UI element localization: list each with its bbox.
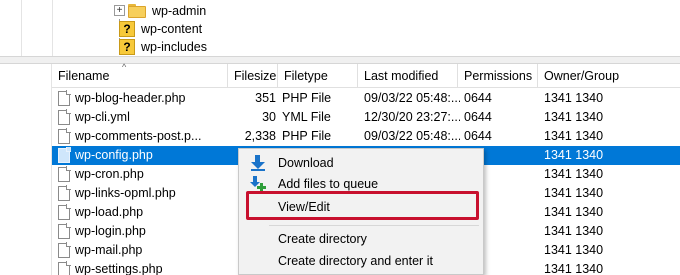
filename: wp-cron.php	[75, 167, 144, 181]
last-modified-cell: 09/03/22 05:48:...	[364, 91, 460, 105]
file-icon	[58, 128, 71, 144]
add-to-queue-icon	[250, 176, 266, 192]
file-row[interactable]: wp-comments-post.p... 2,338 PHP File 09/03/…	[52, 127, 680, 146]
permissions-cell: 0644	[464, 91, 492, 105]
filename: wp-blog-header.php	[75, 91, 186, 105]
file-icon	[58, 223, 71, 239]
file-icon	[58, 166, 71, 182]
owner-group-cell: 1341 1340	[544, 167, 604, 181]
file-icon	[58, 109, 71, 125]
sort-ascending-icon: ^	[122, 62, 127, 72]
tree-item-label: wp-admin	[152, 3, 207, 18]
menu-item-create-directory[interactable]: Create directory	[240, 228, 483, 250]
owner-group-cell: 1341 1340	[544, 243, 604, 257]
menu-item-label: Download	[278, 156, 334, 170]
tree-item-wp-content[interactable]: ? wp-content	[116, 19, 202, 38]
owner-group-cell: 1341 1340	[544, 186, 604, 200]
owner-group-cell: 1341 1340	[544, 148, 604, 162]
last-modified-cell: 12/30/20 23:27:...	[364, 110, 460, 124]
tree-left-margin	[0, 0, 22, 58]
file-icon	[58, 185, 71, 201]
expand-icon[interactable]: +	[114, 5, 125, 16]
menu-separator	[269, 225, 479, 226]
filesize-cell: 30	[262, 110, 276, 124]
column-header-filetype[interactable]: Filetype	[278, 64, 358, 88]
column-header-last-modified[interactable]: Last modified	[358, 64, 458, 88]
filetype-cell: PHP File	[282, 129, 332, 143]
menu-item-create-directory-enter[interactable]: Create directory and enter it	[240, 250, 483, 272]
menu-item-label: Create directory and enter it	[278, 254, 433, 268]
file-icon	[58, 90, 71, 106]
file-icon	[58, 147, 71, 163]
file-icon	[58, 261, 71, 275]
filename: wp-links-opml.php	[75, 186, 176, 200]
menu-item-label: Create directory	[278, 232, 367, 246]
last-modified-cell: 09/03/22 05:48:...	[364, 129, 460, 143]
filename: wp-load.php	[75, 205, 144, 219]
column-header-filesize[interactable]: Filesize	[228, 64, 278, 88]
owner-group-cell: 1341 1340	[544, 129, 604, 143]
filename: wp-cli.yml	[75, 110, 130, 124]
owner-group-cell: 1341 1340	[544, 205, 604, 219]
folder-icon	[127, 3, 146, 18]
file-icon	[58, 204, 71, 220]
file-row[interactable]: wp-cli.yml 30 YML File 12/30/20 23:27:... 06…	[52, 108, 680, 127]
filename: wp-login.php	[75, 224, 146, 238]
remote-directory-tree: + wp-admin ? wp-content ? wp-includes	[0, 0, 680, 58]
filename: wp-mail.php	[75, 243, 143, 257]
tree-item-wp-admin[interactable]: + wp-admin	[114, 1, 207, 20]
owner-group-cell: 1341 1340	[544, 91, 604, 105]
owner-group-cell: 1341 1340	[544, 262, 604, 275]
filetype-cell: YML File	[282, 110, 331, 124]
tree-divider	[52, 0, 53, 58]
list-left-margin	[0, 64, 52, 275]
column-header-owner-group[interactable]: Owner/Group	[538, 64, 680, 88]
file-row[interactable]: wp-blog-header.php 351 PHP File 09/03/22 05…	[52, 89, 680, 108]
filename: wp-settings.php	[75, 262, 163, 275]
permissions-cell: 0644	[464, 129, 492, 143]
menu-item-download[interactable]: Download	[240, 152, 483, 174]
file-list-header: ^ Filename Filesize Filetype Last modifi…	[52, 62, 680, 88]
owner-group-cell: 1341 1340	[544, 224, 604, 238]
pane-splitter[interactable]	[0, 56, 680, 64]
filetype-cell: PHP File	[282, 91, 332, 105]
permissions-cell: 0644	[464, 110, 492, 124]
unknown-folder-icon: ?	[119, 38, 135, 55]
view-edit-highlight	[246, 191, 479, 220]
filesize-cell: 2,338	[244, 129, 276, 143]
column-header-filename[interactable]: ^ Filename	[52, 62, 228, 88]
tree-item-label: wp-includes	[141, 39, 208, 54]
owner-group-cell: 1341 1340	[544, 110, 604, 124]
filesize-cell: 351	[255, 91, 276, 105]
download-icon	[250, 155, 266, 171]
unknown-folder-icon: ?	[119, 20, 135, 37]
tree-item-wp-includes[interactable]: ? wp-includes	[116, 37, 207, 56]
file-icon	[58, 242, 71, 258]
filename: wp-config.php	[75, 148, 153, 162]
column-header-permissions[interactable]: Permissions	[458, 64, 538, 88]
tree-item-label: wp-content	[141, 21, 203, 36]
